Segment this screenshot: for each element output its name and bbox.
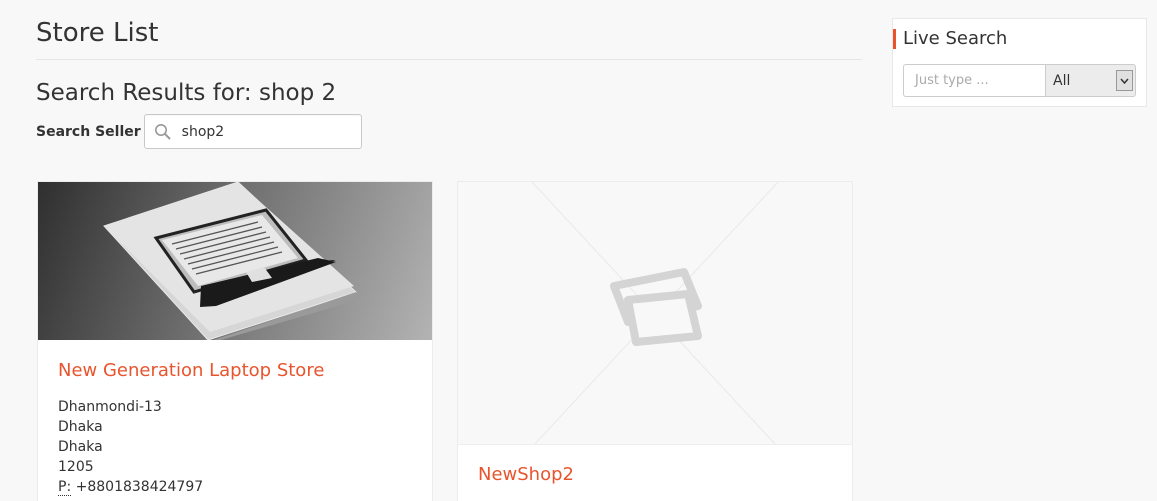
search-results-heading: Search Results for: shop 2: [36, 80, 337, 106]
phone-number: +8801838424797: [75, 479, 204, 495]
main-content: Store List Search Results for: shop 2 Se…: [36, 0, 862, 149]
store-card: NewShop2: [457, 181, 853, 501]
page-title: Store List: [36, 0, 862, 60]
store-banner-placeholder[interactable]: [458, 182, 852, 445]
category-select-value: All: [1053, 72, 1071, 89]
live-search-row: Just type ... All: [903, 64, 1146, 97]
address-line: 1205: [58, 459, 94, 475]
search-icon: [153, 122, 173, 142]
store-name-link[interactable]: NewShop2: [478, 464, 832, 485]
search-seller-label: Search Seller: [36, 123, 141, 140]
placeholder-image-icon: [610, 268, 702, 346]
address-line: Dhaka: [58, 439, 103, 455]
store-address: Dhanmondi-13 Dhaka Dhaka 1205 P: +880183…: [58, 397, 412, 497]
search-input-value: shop2: [181, 123, 225, 140]
store-phone: P: +8801838424797: [58, 477, 412, 497]
address-line: Dhaka: [58, 419, 103, 435]
phone-label: P:: [58, 479, 72, 496]
seller-search-row: Search Seller shop2: [36, 114, 862, 149]
live-search-input[interactable]: Just type ...: [903, 64, 1045, 97]
chevron-down-icon[interactable]: [1116, 70, 1133, 91]
address-line: Dhanmondi-13: [58, 399, 162, 415]
store-card: New Generation Laptop Store Dhanmondi-13…: [37, 181, 433, 501]
category-select[interactable]: All: [1045, 64, 1136, 97]
live-search-widget: Live Search Just type ... All: [892, 18, 1147, 107]
widget-title: Live Search: [893, 29, 1146, 49]
seller-search-input[interactable]: shop2: [143, 114, 362, 149]
laptop-photo[interactable]: [38, 182, 432, 340]
store-name-link[interactable]: New Generation Laptop Store: [58, 360, 412, 381]
